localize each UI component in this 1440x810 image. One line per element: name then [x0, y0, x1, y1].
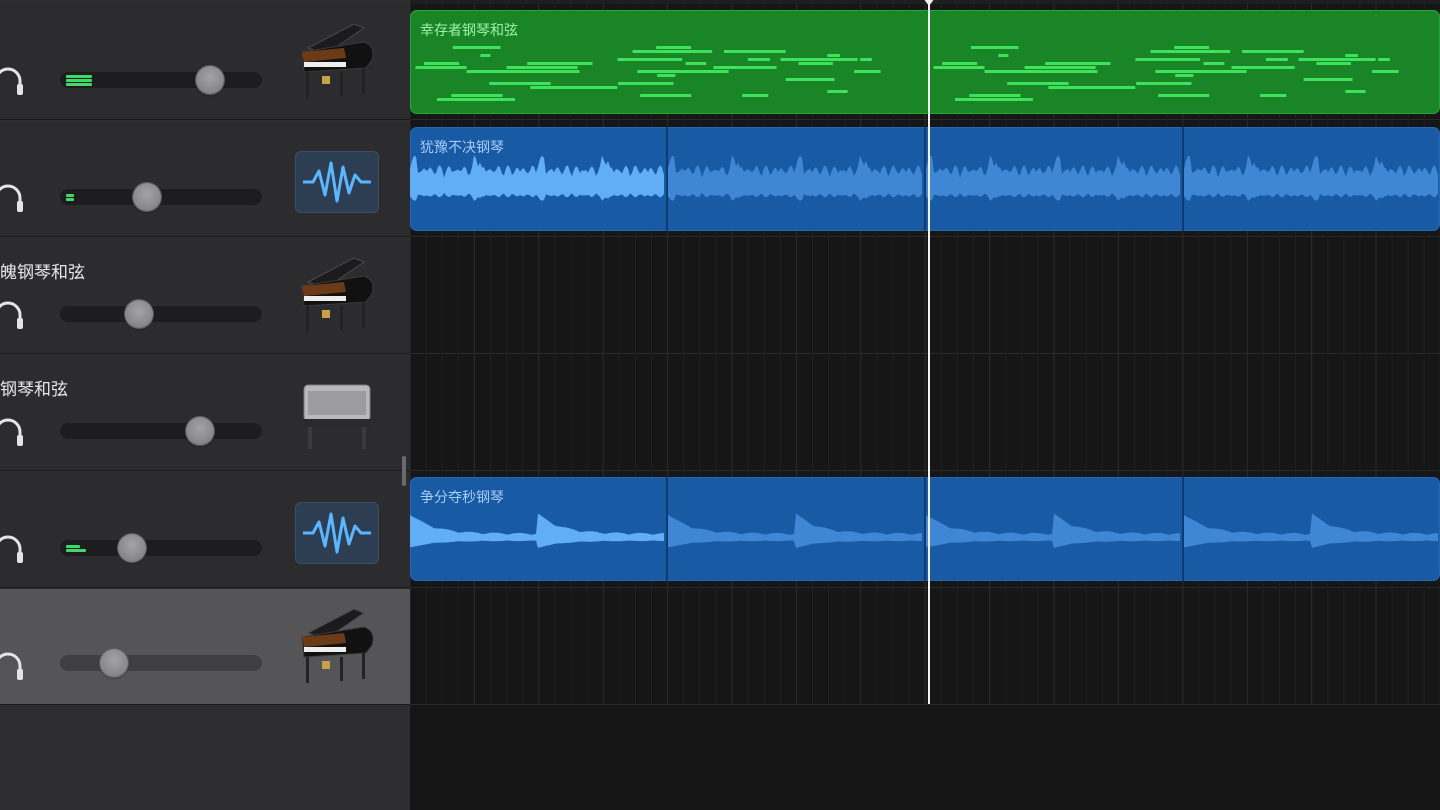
- audio-region[interactable]: 争分夺秒钢琴: [410, 477, 1440, 581]
- loop-divider: [666, 477, 668, 581]
- track-header-5[interactable]: [0, 472, 410, 588]
- midi-region[interactable]: 幸存者钢琴和弦: [410, 10, 1440, 114]
- volume-slider[interactable]: [60, 300, 262, 328]
- loop-divider: [1182, 477, 1184, 581]
- track-header-3[interactable]: 魄钢琴和弦: [0, 238, 410, 354]
- loop-divider: [1182, 127, 1184, 231]
- playhead[interactable]: [928, 0, 930, 704]
- volume-knob[interactable]: [196, 66, 224, 94]
- level-meter: [66, 75, 92, 86]
- headphones-icon[interactable]: [0, 649, 26, 683]
- grand-piano-icon[interactable]: [294, 603, 380, 689]
- volume-slider[interactable]: [60, 649, 262, 677]
- track-name: 钢琴和弦: [0, 380, 68, 400]
- headphones-icon[interactable]: [0, 298, 26, 332]
- headphones-icon[interactable]: [0, 532, 26, 566]
- volume-knob[interactable]: [133, 183, 161, 211]
- loop-divider: [924, 477, 926, 581]
- resize-handle[interactable]: [402, 456, 406, 486]
- track-header-2[interactable]: [0, 121, 410, 237]
- track-headers: 魄钢琴和弦 钢琴和弦: [0, 0, 410, 810]
- volume-slider[interactable]: [60, 66, 262, 94]
- loop-divider: [666, 127, 668, 231]
- electric-piano-icon[interactable]: [294, 369, 380, 455]
- track-header-6[interactable]: [0, 589, 410, 705]
- level-meter: [66, 543, 86, 553]
- audio-recorder-icon[interactable]: [295, 151, 379, 213]
- grand-piano-icon[interactable]: [294, 18, 380, 104]
- volume-slider[interactable]: [60, 534, 262, 562]
- track-header-4[interactable]: 钢琴和弦: [0, 355, 410, 471]
- headphones-icon[interactable]: [0, 181, 26, 215]
- midi-notes: [415, 46, 1399, 101]
- volume-knob[interactable]: [118, 534, 146, 562]
- headphones-icon[interactable]: [0, 415, 26, 449]
- grand-piano-icon[interactable]: [294, 252, 380, 338]
- volume-knob[interactable]: [100, 649, 128, 677]
- level-meter: [66, 192, 76, 202]
- volume-slider[interactable]: [60, 183, 262, 211]
- tracks-timeline[interactable]: 幸存者钢琴和弦 犹豫不决钢琴 争分夺秒钢琴: [409, 0, 1440, 810]
- playhead-handle[interactable]: [923, 0, 935, 6]
- track-name: 魄钢琴和弦: [0, 263, 85, 283]
- track-header-1[interactable]: [0, 4, 410, 120]
- audio-recorder-icon[interactable]: [295, 502, 379, 564]
- volume-slider[interactable]: [60, 417, 262, 445]
- headphones-icon[interactable]: [0, 64, 26, 98]
- loop-divider: [924, 127, 926, 231]
- volume-knob[interactable]: [125, 300, 153, 328]
- audio-region[interactable]: 犹豫不决钢琴: [410, 127, 1440, 231]
- volume-knob[interactable]: [186, 417, 214, 445]
